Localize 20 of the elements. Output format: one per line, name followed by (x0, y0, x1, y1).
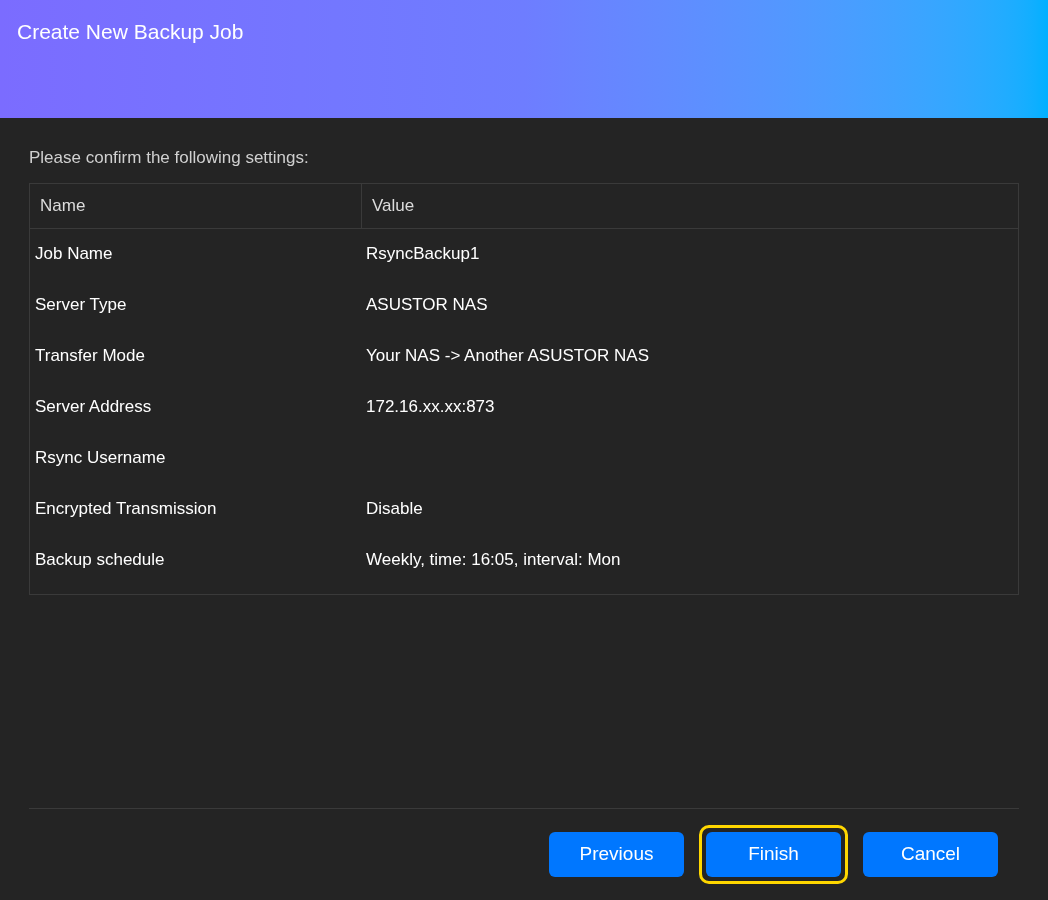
dialog-button[interactable]: Previous (549, 832, 684, 877)
column-header: Value (361, 183, 1018, 228)
table-cell-text: Weekly, time: 16:05, interval: Mon (365, 549, 622, 572)
table-cell-text: 172.16.xx.xx:873 (365, 396, 496, 419)
table-cell-text: Server Type (34, 294, 128, 317)
table-cell-text: Backup schedule (34, 549, 166, 572)
column-header: Name (39, 194, 87, 217)
dialog-button[interactable]: Finish (706, 832, 841, 877)
table-cell-text: Job Name (34, 243, 114, 266)
table-cell-text: Your NAS -> Another ASUSTOR NAS (365, 345, 650, 368)
table-cell-text: RsyncBackup1 (365, 243, 481, 266)
table-cell-text: Rsync Username (34, 447, 167, 470)
dialog-button[interactable]: Cancel (863, 832, 998, 877)
window-title: Create New Backup Job (17, 20, 244, 43)
instruction-text: Please confirm the following settings: (29, 147, 310, 169)
table-cell-text: Server Address (34, 396, 153, 419)
table-cell-text: Disable (365, 498, 424, 521)
table-cell-text: Transfer Mode (34, 345, 146, 368)
table-cell-text: Encrypted Transmission (34, 498, 218, 521)
table-cell-text: ASUSTOR NAS (365, 294, 489, 317)
